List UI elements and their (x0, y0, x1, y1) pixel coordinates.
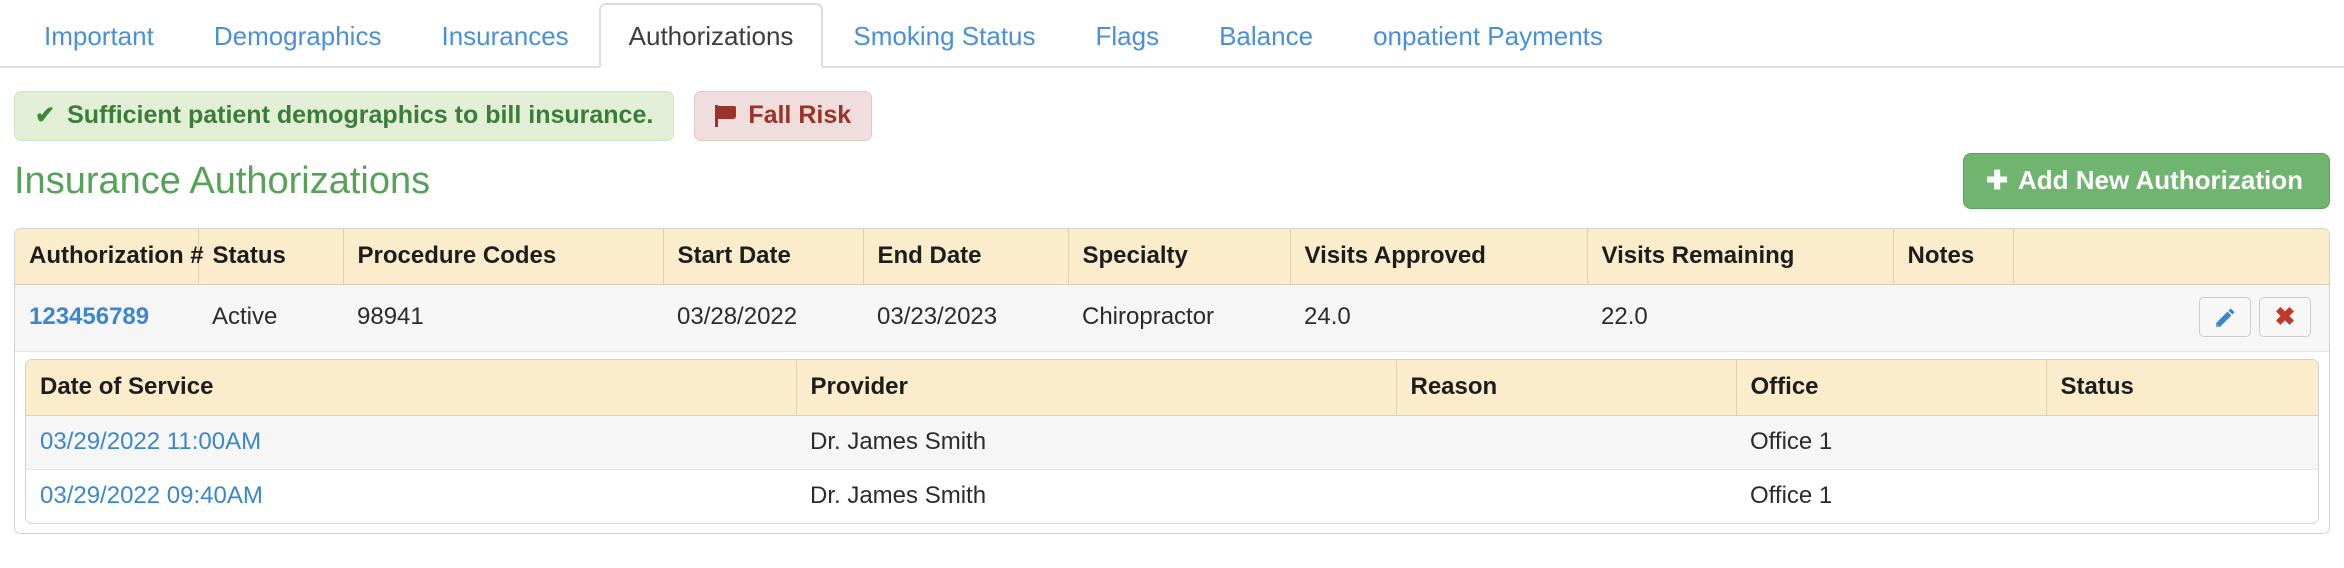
cell-specialty: Chiropractor (1068, 284, 1290, 352)
add-new-authorization-label: Add New Authorization (2017, 165, 2303, 195)
col-reason: Reason (1396, 360, 1737, 416)
table-row: 03/29/2022 11:00AM Dr. James Smith Offic… (26, 415, 2318, 470)
col-procedure-codes: Procedure Codes (343, 229, 664, 285)
col-service-status: Status (2046, 360, 2318, 416)
cell-office: Office 1 (1736, 415, 2046, 470)
cell-office: Office 1 (1736, 469, 2046, 523)
row-action-group: ✖ (2027, 297, 2315, 337)
date-of-service-link[interactable]: 03/29/2022 11:00AM (40, 428, 261, 455)
col-visits-remaining: Visits Remaining (1587, 229, 1894, 285)
fall-risk-badge-label: Fall Risk (748, 101, 852, 129)
add-new-authorization-button[interactable]: ✚ Add New Authorization (1963, 153, 2330, 209)
authorizations-table-container: Authorization # Status Procedure Codes S… (14, 228, 2330, 534)
cell-service-status (2046, 469, 2318, 523)
tab-insurances[interactable]: Insurances (411, 3, 598, 68)
cell-provider: Dr. James Smith (796, 415, 1396, 470)
service-dates-table-body: 03/29/2022 11:00AM Dr. James Smith Offic… (26, 415, 2318, 523)
cell-date-of-service: 03/29/2022 09:40AM (26, 469, 796, 523)
cell-end-date: 03/23/2023 (863, 284, 1068, 352)
table-row: 03/29/2022 09:40AM Dr. James Smith Offic… (26, 469, 2318, 523)
service-dates-table-head: Date of Service Provider Reason Office S… (26, 360, 2318, 416)
fall-risk-badge[interactable]: Fall Risk (694, 91, 873, 141)
plus-icon: ✚ (1986, 165, 2008, 195)
cell-notes (1893, 284, 2013, 352)
authorization-number-link[interactable]: 123456789 (29, 303, 149, 330)
alert-row: ✔ Sufficient patient demographics to bil… (0, 68, 2344, 142)
cell-actions: ✖ (2013, 284, 2329, 352)
page-header: Insurance Authorizations ✚ Add New Autho… (0, 142, 2344, 220)
col-status: Status (198, 229, 344, 285)
tab-flags[interactable]: Flags (1066, 3, 1190, 68)
tab-important[interactable]: Important (14, 3, 184, 68)
nested-services-row: Date of Service Provider Reason Office S… (15, 351, 2329, 533)
col-visits-approved: Visits Approved (1290, 229, 1588, 285)
cell-visits-approved: 24.0 (1290, 284, 1587, 352)
tab-smoking-status[interactable]: Smoking Status (823, 3, 1065, 68)
col-date-of-service: Date of Service (26, 360, 797, 416)
cell-authorization-number: 123456789 (15, 284, 198, 352)
col-specialty: Specialty (1068, 229, 1291, 285)
col-office: Office (1736, 360, 2047, 416)
cell-service-status (2046, 415, 2318, 470)
cell-status: Active (198, 284, 343, 352)
col-actions (2013, 229, 2329, 285)
service-dates-table-container: Date of Service Provider Reason Office S… (25, 359, 2319, 524)
pencil-icon (2215, 307, 2235, 327)
cell-visits-remaining: 22.0 (1587, 284, 1893, 352)
tab-demographics[interactable]: Demographics (184, 3, 412, 68)
tab-bar: Important Demographics Insurances Author… (0, 0, 2344, 68)
col-provider: Provider (796, 360, 1397, 416)
authorizations-table-body: 123456789 Active 98941 03/28/2022 03/23/… (15, 284, 2329, 533)
col-end-date: End Date (863, 229, 1069, 285)
cell-start-date: 03/28/2022 (663, 284, 863, 352)
authorizations-table: Authorization # Status Procedure Codes S… (15, 229, 2329, 533)
col-authorization-number: Authorization # (15, 229, 204, 285)
authorizations-header-row: Authorization # Status Procedure Codes S… (15, 229, 2329, 285)
service-dates-header-row: Date of Service Provider Reason Office S… (26, 360, 2318, 416)
tab-onpatient-payments[interactable]: onpatient Payments (1343, 3, 1633, 68)
col-start-date: Start Date (663, 229, 864, 285)
flag-icon (715, 104, 737, 128)
cell-date-of-service: 03/29/2022 11:00AM (26, 415, 796, 470)
demographics-sufficient-alert-text: Sufficient patient demographics to bill … (67, 101, 654, 129)
edit-authorization-button[interactable] (2199, 297, 2251, 337)
x-icon: ✖ (2274, 302, 2296, 331)
demographics-sufficient-alert: ✔ Sufficient patient demographics to bil… (14, 91, 675, 141)
page-title: Insurance Authorizations (14, 160, 431, 202)
delete-authorization-button[interactable]: ✖ (2259, 297, 2311, 337)
col-notes: Notes (1893, 229, 2014, 285)
tab-authorizations[interactable]: Authorizations (598, 3, 824, 68)
check-icon: ✔ (35, 101, 56, 129)
cell-reason (1396, 469, 1736, 523)
cell-provider: Dr. James Smith (796, 469, 1396, 523)
cell-procedure-codes: 98941 (343, 284, 663, 352)
tab-balance[interactable]: Balance (1189, 3, 1343, 68)
service-dates-table: Date of Service Provider Reason Office S… (26, 360, 2318, 523)
nested-services-cell: Date of Service Provider Reason Office S… (15, 351, 2329, 533)
table-row: 123456789 Active 98941 03/28/2022 03/23/… (15, 284, 2329, 352)
date-of-service-link[interactable]: 03/29/2022 09:40AM (40, 482, 263, 509)
authorizations-table-head: Authorization # Status Procedure Codes S… (15, 229, 2329, 285)
cell-reason (1396, 415, 1736, 470)
